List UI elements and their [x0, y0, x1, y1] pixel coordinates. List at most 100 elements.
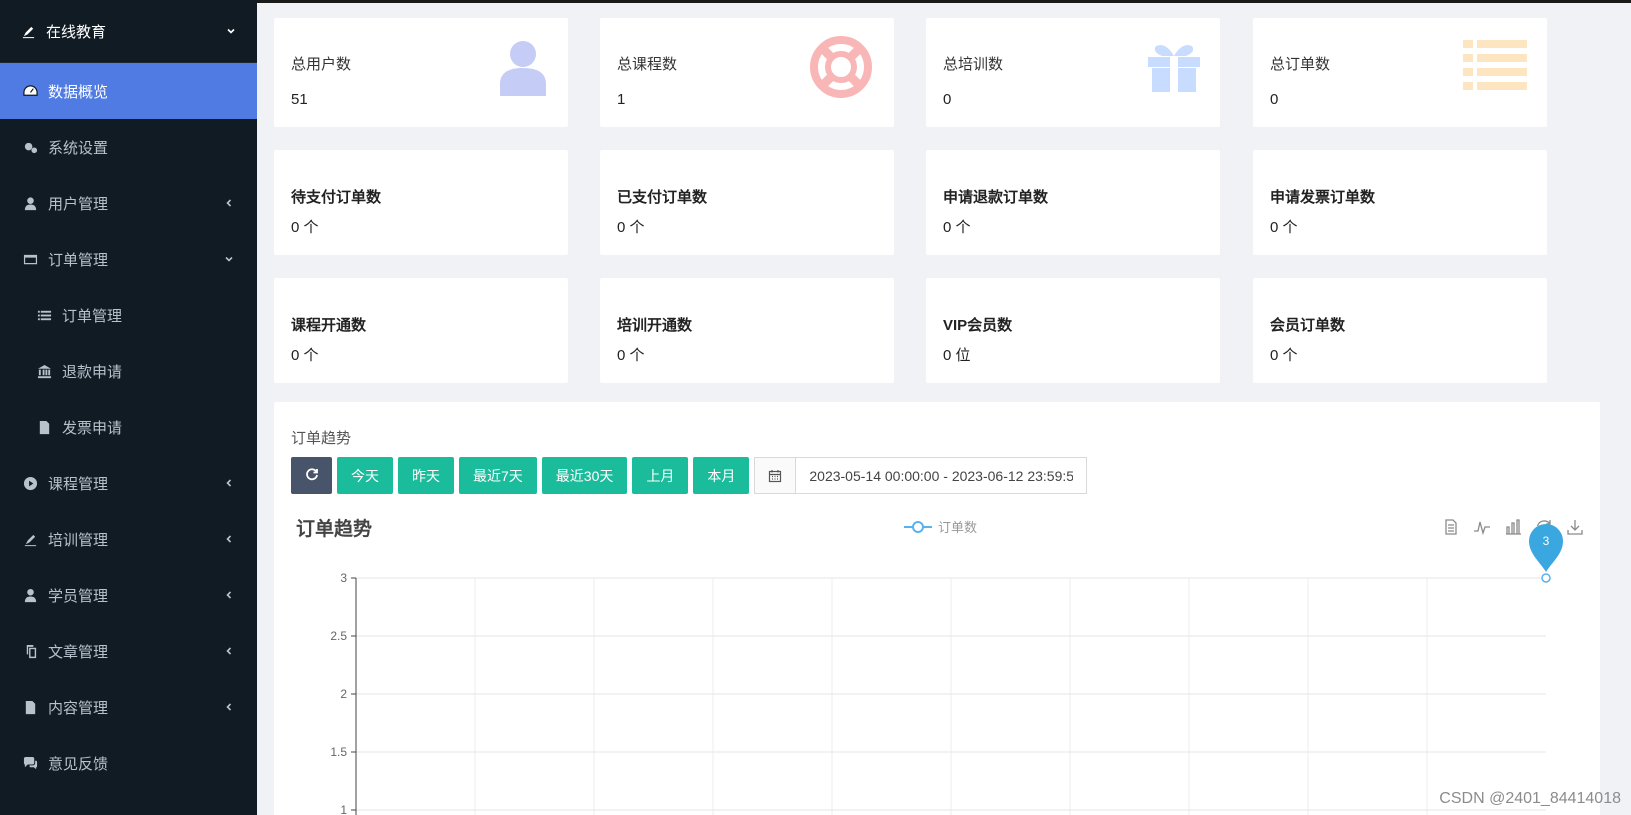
stat-title: 申请发票订单数 — [1270, 189, 1376, 206]
stat-title: VIP会员数 — [943, 317, 1013, 334]
file-icon — [22, 699, 38, 715]
comments-icon — [22, 755, 38, 771]
sidebar-item-4[interactable]: 订单管理 — [0, 287, 257, 343]
sidebar-item-0[interactable]: 数据概览 — [0, 63, 257, 119]
sidebar-item-3[interactable]: 订单管理 — [0, 231, 257, 287]
y-tick-label: 2 — [340, 687, 347, 701]
stat-card: 总培训数 0 — [926, 18, 1220, 127]
stat-value: 0 — [1270, 91, 1279, 108]
sidebar-item-label: 系统设置 — [48, 139, 109, 157]
lifebuoy-icon — [810, 36, 872, 103]
sidebar-item-7[interactable]: 课程管理 — [0, 455, 257, 511]
sidebar: 在线教育 数据概览 系统设置 用户管理 订单管理 订单管理 退款申请 发票申请 课程管理 培训管… — [0, 0, 257, 815]
chevron-left-icon — [223, 533, 235, 545]
sidebar-item-2[interactable]: 用户管理 — [0, 175, 257, 231]
chevron-down-icon — [225, 25, 237, 37]
stat-value: 0 个 — [1270, 347, 1298, 364]
gears-icon — [22, 139, 38, 155]
stat-title: 总订单数 — [1270, 56, 1331, 73]
sidebar-item-label: 用户管理 — [48, 195, 109, 213]
stat-card: 申请退款订单数 0 个 — [926, 150, 1220, 255]
watermark: CSDN @2401_84414018 — [1439, 790, 1621, 807]
y-tick-label: 2.5 — [330, 629, 347, 643]
stat-value: 0 位 — [943, 347, 971, 364]
y-tick-label: 1 — [340, 803, 347, 815]
stat-title: 总培训数 — [943, 56, 1004, 73]
sidebar-item-label: 订单管理 — [62, 307, 123, 325]
markpoint-label: 3 — [1543, 534, 1550, 548]
stat-card: 待支付订单数 0 个 — [274, 150, 568, 255]
list-icon — [1463, 40, 1527, 97]
sidebar-item-12[interactable]: 意见反馈 — [0, 735, 257, 791]
sidebar-item-1[interactable]: 系统设置 — [0, 119, 257, 175]
copy-icon — [22, 643, 38, 659]
stat-card: 课程开通数 0 个 — [274, 278, 568, 383]
sidebar-item-8[interactable]: 培训管理 — [0, 511, 257, 567]
nav-list: 数据概览 系统设置 用户管理 订单管理 订单管理 退款申请 发票申请 课程管理 培训管理 学员管理… — [0, 63, 257, 791]
stat-value: 0 个 — [291, 219, 319, 236]
sidebar-item-label: 订单管理 — [48, 251, 109, 269]
chevron-down-icon — [223, 253, 235, 265]
stat-value: 0 个 — [617, 347, 645, 364]
gift-icon — [1146, 42, 1202, 97]
stat-card: 总订单数 0 — [1253, 18, 1547, 127]
stat-card: 申请发票订单数 0 个 — [1253, 150, 1547, 255]
stat-title: 课程开通数 — [291, 317, 367, 334]
stat-title: 总课程数 — [617, 56, 678, 73]
sidebar-item-6[interactable]: 发票申请 — [0, 399, 257, 455]
stat-card: VIP会员数 0 位 — [926, 278, 1220, 383]
stat-value: 1 — [617, 91, 626, 108]
sidebar-item-label: 文章管理 — [48, 643, 109, 661]
stat-title: 待支付订单数 — [291, 189, 382, 206]
chevron-left-icon — [223, 645, 235, 657]
top-edge — [257, 0, 1631, 3]
sidebar-item-label: 发票申请 — [62, 419, 123, 437]
sidebar-item-10[interactable]: 文章管理 — [0, 623, 257, 679]
stat-value: 0 个 — [291, 347, 319, 364]
stat-card: 总课程数 1 — [600, 18, 894, 127]
sidebar-item-label: 学员管理 — [48, 587, 109, 605]
stat-title: 会员订单数 — [1270, 317, 1346, 334]
file-icon — [36, 419, 52, 435]
play-icon — [22, 475, 38, 491]
markpoint-pin — [1529, 524, 1563, 572]
stat-value: 0 — [943, 91, 952, 108]
stat-value: 51 — [291, 91, 308, 108]
sidebar-item-label: 退款申请 — [62, 363, 123, 381]
stat-title: 已支付订单数 — [617, 189, 708, 206]
trend-panel: 订单趋势 今天 昨天 最近7天 最近30天 上月 本月 订单趋势 — [274, 402, 1600, 815]
stat-card: 总用户数 51 — [274, 18, 568, 127]
brand[interactable]: 在线教育 — [0, 0, 257, 63]
sidebar-item-label: 数据概览 — [48, 83, 109, 101]
chevron-left-icon — [223, 477, 235, 489]
bank-icon — [36, 363, 52, 379]
sidebar-item-label: 课程管理 — [48, 475, 109, 493]
chevron-left-icon — [223, 701, 235, 713]
chevron-left-icon — [223, 589, 235, 601]
stat-title: 培训开通数 — [617, 317, 693, 334]
chevron-left-icon — [223, 197, 235, 209]
list-icon — [36, 307, 52, 323]
y-tick-label: 1.5 — [330, 745, 347, 759]
stat-title: 总用户数 — [291, 56, 352, 73]
sidebar-item-5[interactable]: 退款申请 — [0, 343, 257, 399]
sidebar-item-label: 内容管理 — [48, 699, 109, 717]
stat-title: 申请退款订单数 — [943, 189, 1049, 206]
sidebar-item-label: 培训管理 — [48, 531, 109, 549]
sidebar-item-9[interactable]: 学员管理 — [0, 567, 257, 623]
stat-value: 0 个 — [943, 219, 971, 236]
user-icon — [500, 40, 546, 101]
line-chart: 3 2.5 2 1.5 1 3 — [330, 524, 1563, 815]
data-point — [1541, 573, 1551, 583]
stat-card: 已支付订单数 0 个 — [600, 150, 894, 255]
pen-icon — [22, 531, 38, 547]
dashboard-icon — [22, 83, 38, 99]
stat-card: 会员订单数 0 个 — [1253, 278, 1547, 383]
main-content: 总用户数 51 总课程数 1 总培训数 0 总订单数 0 待支付订单数 0 个 已支付订单数 0 个… — [257, 0, 1631, 815]
user-tie-icon — [22, 587, 38, 603]
user-icon — [22, 195, 38, 211]
stat-value: 0 个 — [617, 219, 645, 236]
card-icon — [22, 251, 38, 267]
stat-value: 0 个 — [1270, 219, 1298, 236]
sidebar-item-11[interactable]: 内容管理 — [0, 679, 257, 735]
